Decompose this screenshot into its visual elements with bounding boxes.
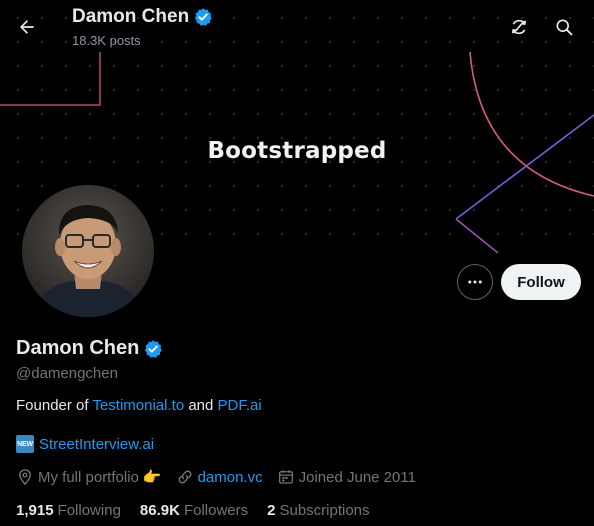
more-dots-icon <box>468 280 482 284</box>
bio-link-row: NEW StreetInterview.ai <box>16 435 154 453</box>
avatar[interactable] <box>18 181 158 321</box>
pointing-emoji: 👉 <box>142 469 162 486</box>
header-name-text: Damon Chen <box>72 6 190 27</box>
location-text: My full portfolio <box>38 468 139 486</box>
arrow-left-icon <box>20 20 34 34</box>
followers-stat[interactable]: 86.9K Followers <box>140 502 248 519</box>
top-header: Damon Chen 18.3K posts <box>0 0 594 56</box>
profile-bio: Founder of Testimonial.to and PDF.ai <box>16 397 262 414</box>
back-button[interactable] <box>10 10 44 44</box>
banner-title: Bootstrapped <box>207 138 387 164</box>
more-options-button[interactable] <box>457 264 493 300</box>
subscriptions-label: Subscriptions <box>279 502 370 519</box>
avatar-photo <box>22 185 154 317</box>
website-link[interactable]: damon.vc <box>198 469 263 486</box>
calendar-icon <box>278 470 293 484</box>
bio-link-streetinterview[interactable]: StreetInterview.ai <box>39 436 154 453</box>
bio-link-testimonial[interactable]: Testimonial.to <box>92 397 184 414</box>
profile-name: Damon Chen <box>16 337 140 359</box>
joined-item: Joined June 2011 <box>277 468 416 486</box>
header-title: Damon Chen <box>72 6 213 28</box>
joined-text: Joined June 2011 <box>298 468 416 486</box>
following-stat[interactable]: 1,915 Following <box>16 502 121 519</box>
verified-badge-icon[interactable] <box>143 339 163 359</box>
bio-middle: and <box>184 397 218 414</box>
followers-count: 86.9K <box>139 502 180 519</box>
following-count: 1,915 <box>16 502 54 519</box>
post-count: 18.3K posts <box>72 33 141 48</box>
followers-label: Followers <box>183 502 249 519</box>
link-icon <box>178 470 192 484</box>
location-pin-icon <box>19 469 31 486</box>
new-badge-icon: NEW <box>16 435 34 453</box>
follow-button[interactable]: Follow <box>501 264 581 300</box>
bio-prefix: Founder of <box>16 397 93 414</box>
search-icon <box>556 19 573 36</box>
subscriptions-stat[interactable]: 2 Subscriptions <box>267 502 369 519</box>
verified-badge-icon[interactable] <box>193 7 213 27</box>
refresh-button[interactable] <box>503 11 535 43</box>
profile-handle: @damengchen <box>16 365 118 382</box>
profile-meta: My full portfolio 👉 damon.vc Joined June… <box>16 468 430 486</box>
search-button[interactable] <box>548 11 580 43</box>
profile-name-row: Damon Chen <box>16 337 163 360</box>
location-item: My full portfolio 👉 <box>16 468 162 486</box>
website-item: damon.vc <box>176 468 263 486</box>
following-label: Following <box>57 502 121 519</box>
refresh-off-icon <box>511 19 527 35</box>
bio-link-pdfai[interactable]: PDF.ai <box>218 397 262 414</box>
subscriptions-count: 2 <box>267 502 276 519</box>
profile-stats: 1,915 Following 86.9K Followers 2 Subscript… <box>16 502 389 519</box>
